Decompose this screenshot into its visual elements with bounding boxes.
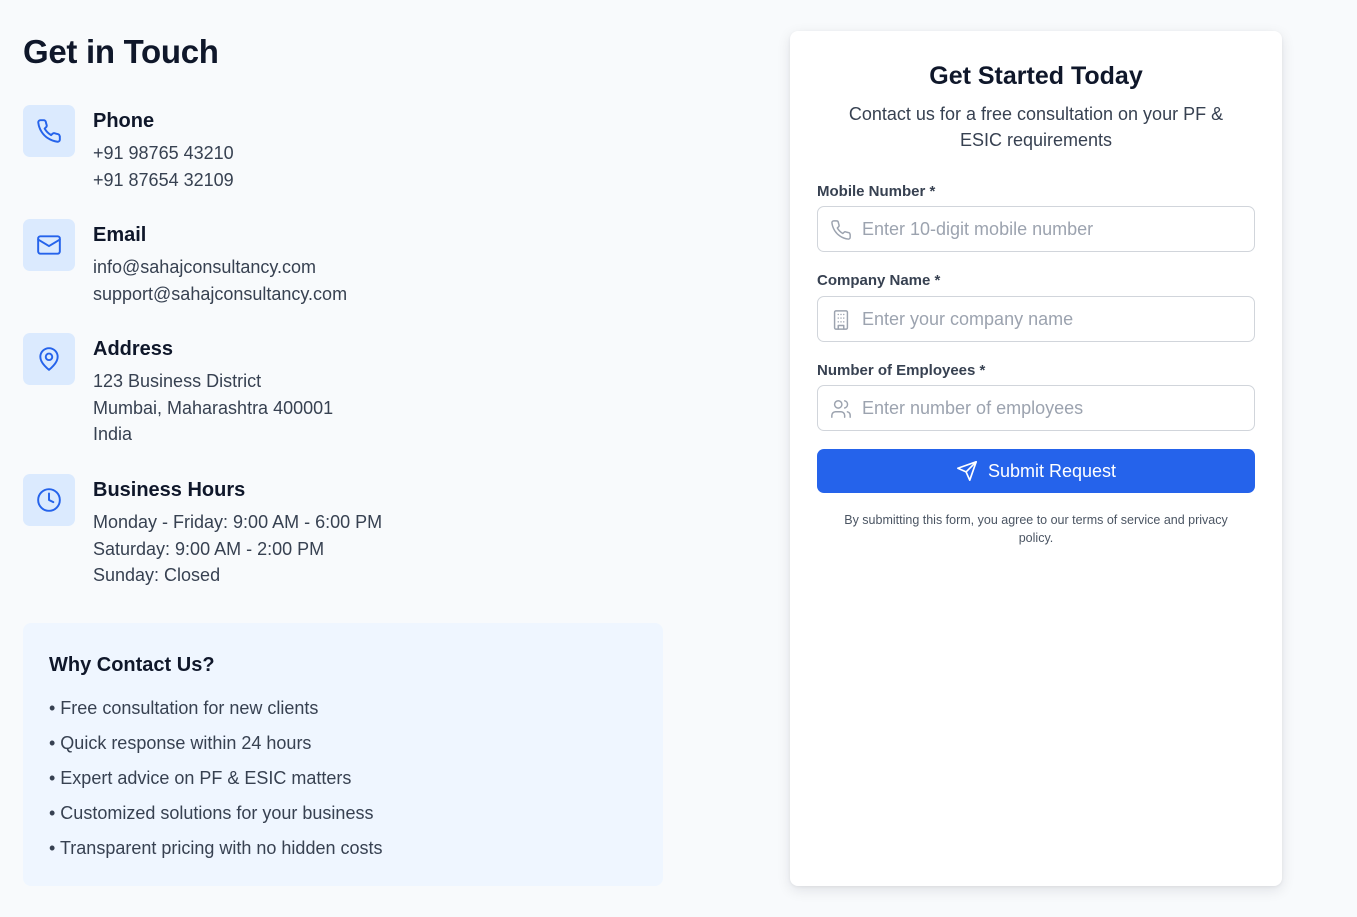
hours-line-3: Sunday: Closed [93, 565, 221, 585]
form-subtitle: Contact us for a free consultation on yo… [848, 104, 1224, 150]
why-item: • Transparent pricing with no hidden cos… [49, 838, 383, 858]
mail-icon [23, 219, 75, 271]
form-title: Get Started Today [929, 62, 1143, 90]
email-address-1: info@sahajconsultancy.com [93, 257, 317, 277]
hours-line-2: Saturday: 9:00 AM - 2:00 PM [93, 538, 325, 559]
mobile-number-input[interactable] [862, 207, 1242, 251]
mobile-number-label: Mobile Number * [817, 183, 936, 200]
phone-label: Phone [93, 110, 155, 132]
map-pin-icon [23, 333, 75, 385]
users-icon [831, 400, 851, 418]
why-title: Why Contact Us? [49, 654, 215, 676]
page-title: Get in Touch [23, 33, 219, 70]
employees-input[interactable] [862, 386, 1242, 430]
phone-number-1: +91 98765 43210 [93, 143, 234, 163]
employees-label: Number of Employees * [817, 362, 986, 379]
address-line-3: India [93, 424, 133, 444]
company-name-field[interactable] [817, 296, 1255, 342]
address-line-1: 123 Business District [93, 371, 262, 391]
why-item: • Quick response within 24 hours [49, 733, 312, 753]
building-icon [833, 310, 849, 330]
address-line-2: Mumbai, Maharashtra 400001 [93, 397, 334, 418]
why-item: • Free consultation for new clients [49, 698, 319, 718]
address-label: Address [93, 338, 174, 360]
email-address-2: support@sahajconsultancy.com [93, 283, 348, 304]
email-label: Email [93, 224, 147, 246]
submit-label: Submit Request [987, 460, 1117, 481]
hours-line-1: Monday - Friday: 9:00 AM - 6:00 PM [93, 512, 383, 532]
company-name-label: Company Name * [817, 272, 941, 289]
mobile-number-field[interactable] [817, 206, 1255, 252]
why-item: • Expert advice on PF & ESIC matters [49, 768, 352, 788]
submit-request-button[interactable]: Submit Request [817, 449, 1255, 493]
form-disclaimer: By submitting this form, you agree to ou… [844, 513, 1228, 545]
why-contact-panel: Why Contact Us? • Free consultation for … [23, 623, 663, 886]
send-icon [956, 461, 977, 481]
phone-number-2: +91 87654 32109 [93, 169, 234, 190]
company-name-input[interactable] [862, 297, 1242, 341]
consultation-form-card: Get Started Today Contact us for a free … [790, 31, 1282, 886]
contact-info-section: Get in Touch Phone +91 98765 43210 +91 8… [23, 30, 663, 886]
phone-icon [831, 220, 851, 240]
why-item: • Customized solutions for your business [49, 803, 374, 823]
phone-icon [23, 105, 75, 157]
clock-icon [23, 474, 75, 526]
hours-label: Business Hours [93, 479, 246, 501]
employees-field[interactable] [817, 385, 1255, 431]
